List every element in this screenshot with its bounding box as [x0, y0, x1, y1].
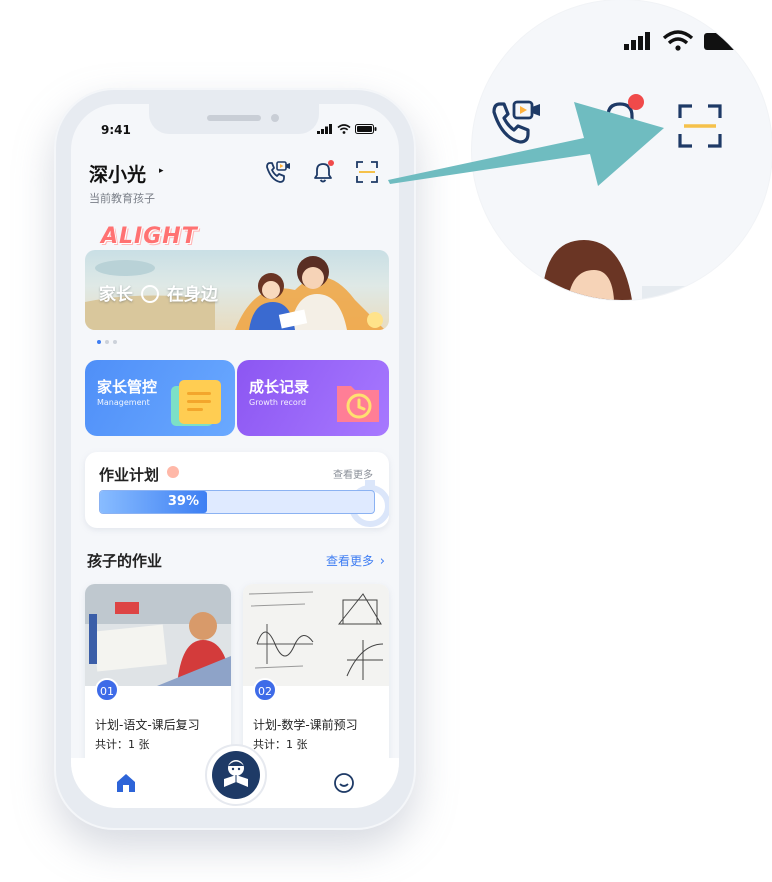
- home-icon[interactable]: [115, 772, 137, 794]
- card-title: 成长记录: [249, 378, 310, 396]
- battery-icon: [355, 124, 377, 134]
- carousel-dot[interactable]: [113, 340, 117, 344]
- homework-card[interactable]: 02 计划-数学-课前预习 共计：1 张: [243, 584, 389, 774]
- parent-control-card[interactable]: 家长管控 Management: [85, 360, 235, 436]
- homework-more-label: 查看更多: [325, 554, 374, 568]
- homework-badge: 02: [253, 678, 277, 702]
- homework-count: 共计：1 张: [95, 738, 150, 751]
- phone-screen: 9:41 深小光 ▸ 当前教育孩子 ALIGHT 家长 在身边 家长管控 Man…: [71, 104, 399, 808]
- banner-text-a: 家长: [99, 285, 133, 305]
- carousel-dot[interactable]: [105, 340, 109, 344]
- sparkle-icon: [167, 466, 179, 478]
- folder-icon: [171, 380, 221, 426]
- homework-card[interactable]: 01 计划-语文-课后复习 共计：1 张: [85, 584, 231, 774]
- header-subtitle: 当前教育孩子: [89, 192, 155, 205]
- video-call-icon[interactable]: [263, 158, 291, 186]
- homework-photo: [85, 584, 231, 686]
- homework-title: 计划-数学-课前预习: [253, 718, 358, 732]
- status-time: 9:41: [101, 123, 131, 137]
- reading-icon: [212, 751, 260, 799]
- carousel-dot-active[interactable]: [97, 340, 101, 344]
- signal-icon: [317, 124, 332, 134]
- wifi-icon: [337, 124, 351, 134]
- homework-more-link[interactable]: 查看更多 ›: [326, 552, 385, 569]
- homework-title: 计划-语文-课后复习: [95, 718, 200, 732]
- growth-record-card[interactable]: 成长记录 Growth record: [237, 360, 389, 436]
- switch-child-caret-icon[interactable]: ▸: [159, 166, 164, 176]
- bottom-tab-bar: [71, 744, 399, 808]
- homework-badge: 01: [95, 678, 119, 702]
- banner-text-b: 在身边: [166, 285, 218, 305]
- zoom-content: [492, 30, 772, 300]
- zoom-signal-icon: [624, 32, 650, 50]
- homework-photo: [243, 584, 389, 686]
- zoom-callout: [472, 0, 772, 300]
- zoom-video-call-icon: [492, 100, 540, 144]
- plan-progress-label: 39%: [167, 494, 199, 509]
- card-subtitle: Growth record: [249, 398, 307, 407]
- bell-icon[interactable]: [309, 158, 337, 186]
- speaker: [207, 115, 261, 121]
- plan-progress-track: 39%: [99, 490, 375, 514]
- history-folder-icon: [337, 386, 379, 422]
- zoom-bell-icon: [601, 94, 644, 134]
- status-bar: 9:41: [71, 104, 399, 150]
- child-name[interactable]: 深小光: [89, 160, 146, 187]
- front-camera: [271, 114, 279, 122]
- banner-carousel[interactable]: 家长 在身边: [85, 250, 389, 330]
- scan-icon[interactable]: [353, 158, 381, 186]
- zoom-scan-icon: [678, 104, 722, 148]
- clock-icon: [140, 285, 159, 303]
- reading-tab-button[interactable]: [205, 744, 267, 806]
- zoom-battery-icon: [704, 33, 738, 50]
- brand-logo: ALIGHT: [101, 224, 198, 249]
- card-subtitle: Management: [97, 398, 150, 407]
- homework-plan-card[interactable]: 作业计划 查看更多 39%: [85, 452, 389, 528]
- zoom-wifi-icon: [662, 30, 694, 51]
- plan-title: 作业计划: [99, 466, 160, 484]
- card-title: 家长管控: [97, 378, 158, 396]
- chevron-right-icon: ›: [379, 554, 385, 569]
- zoom-hair-illustration: [542, 240, 632, 300]
- banner-slogan: 家长 在身边: [99, 280, 218, 305]
- carousel-dots: [97, 340, 117, 344]
- homework-section-title: 孩子的作业: [87, 552, 163, 570]
- notch: [149, 104, 319, 134]
- status-icons: [317, 124, 377, 134]
- homework-count: 共计：1 张: [253, 738, 308, 751]
- profile-icon[interactable]: [333, 772, 355, 794]
